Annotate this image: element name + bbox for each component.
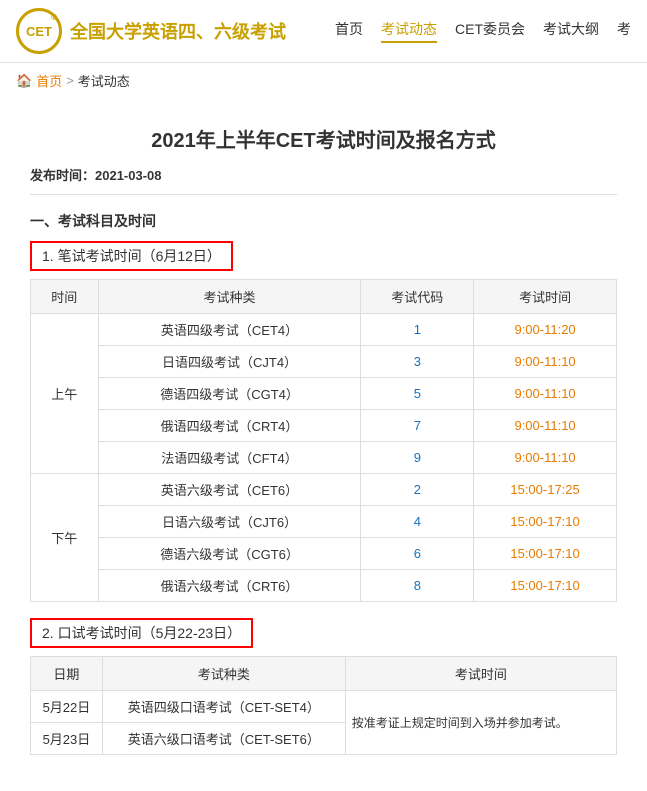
col-exam-code: 考试代码 xyxy=(361,280,474,314)
main-content: 2021年上半年CET考试时间及报名方式 发布时间：2021-03-08 一、考… xyxy=(0,98,647,791)
table-row: 德语四级考试（CGT4）59:00-11:10 xyxy=(31,378,617,410)
exam-time-cell: 15:00-17:10 xyxy=(474,506,617,538)
exam-time-cell: 15:00-17:10 xyxy=(474,570,617,602)
table-row: 法语四级考试（CFT4）99:00-11:10 xyxy=(31,442,617,474)
exam-code-cell: 8 xyxy=(361,570,474,602)
table-row: 上午英语四级考试（CET4）19:00-11:20 xyxy=(31,314,617,346)
section1-heading: 一、考试科目及时间 xyxy=(30,211,617,231)
exam-code-cell: 7 xyxy=(361,410,474,442)
written-exam-label-box: 1. 笔试考试时间（6月12日） xyxy=(30,241,617,279)
exam-time-cell: 9:00-11:10 xyxy=(474,378,617,410)
oral-exam-name-cell: 英语六级口语考试（CET-SET6） xyxy=(102,723,345,755)
publish-label: 发布时间： xyxy=(30,168,95,183)
nav-committee[interactable]: CET委员会 xyxy=(455,19,525,43)
publish-date: 发布时间：2021-03-08 xyxy=(30,165,617,195)
written-table-header-row: 时间 考试种类 考试代码 考试时间 xyxy=(31,280,617,314)
oral-date-cell: 5月23日 xyxy=(31,723,103,755)
site-header: CET 全国大学英语四、六级考试 首页 考试动态 CET委员会 考试大纲 考 xyxy=(0,0,647,63)
exam-time-cell: 15:00-17:10 xyxy=(474,538,617,570)
exam-name-cell: 日语四级考试（CJT4） xyxy=(98,346,361,378)
exam-code-cell: 4 xyxy=(361,506,474,538)
exam-code-cell: 2 xyxy=(361,474,474,506)
publish-date-value: 2021-03-08 xyxy=(95,168,162,183)
exam-code-cell: 5 xyxy=(361,378,474,410)
nav-syllabus[interactable]: 考试大纲 xyxy=(543,19,599,43)
exam-name-cell: 俄语六级考试（CRT6） xyxy=(98,570,361,602)
site-title: 全国大学英语四、六级考试 xyxy=(70,18,286,44)
nav-more[interactable]: 考 xyxy=(617,19,631,43)
breadcrumb-current: 考试动态 xyxy=(78,71,130,90)
oral-col-date: 日期 xyxy=(31,657,103,691)
oral-exam-name-cell: 英语四级口语考试（CET-SET4） xyxy=(102,691,345,723)
nav-home[interactable]: 首页 xyxy=(335,19,363,43)
exam-name-cell: 法语四级考试（CFT4） xyxy=(98,442,361,474)
exam-time-cell: 9:00-11:10 xyxy=(474,346,617,378)
exam-name-cell: 英语四级考试（CET4） xyxy=(98,314,361,346)
table-row: 俄语四级考试（CRT4）79:00-11:10 xyxy=(31,410,617,442)
oral-exam-label-box: 2. 口试考试时间（5月22-23日） xyxy=(30,618,617,656)
breadcrumb-home-icon: 🏠 xyxy=(16,73,32,89)
exam-code-cell: 1 xyxy=(361,314,474,346)
exam-name-cell: 英语六级考试（CET6） xyxy=(98,474,361,506)
breadcrumb: 🏠 首页 > 考试动态 xyxy=(0,63,647,98)
table-row: 日语六级考试（CJT6）415:00-17:10 xyxy=(31,506,617,538)
logo-area: CET 全国大学英语四、六级考试 xyxy=(16,8,286,54)
exam-code-cell: 3 xyxy=(361,346,474,378)
exam-name-cell: 德语六级考试（CGT6） xyxy=(98,538,361,570)
written-exam-table: 时间 考试种类 考试代码 考试时间 上午英语四级考试（CET4）19:00-11… xyxy=(30,279,617,602)
breadcrumb-home-link[interactable]: 首页 xyxy=(36,71,62,90)
exam-time-cell: 9:00-11:20 xyxy=(474,314,617,346)
oral-exam-label: 2. 口试考试时间（5月22-23日） xyxy=(30,618,253,648)
table-row: 俄语六级考试（CRT6）815:00-17:10 xyxy=(31,570,617,602)
oral-exam-table: 日期 考试种类 考试时间 5月22日英语四级口语考试（CET-SET4）按准考证… xyxy=(30,656,617,755)
table-row: 下午英语六级考试（CET6）215:00-17:25 xyxy=(31,474,617,506)
nav-news[interactable]: 考试动态 xyxy=(381,19,437,43)
exam-time-cell: 15:00-17:25 xyxy=(474,474,617,506)
logo: CET xyxy=(16,8,62,54)
exam-code-cell: 6 xyxy=(361,538,474,570)
exam-time-cell: 9:00-11:10 xyxy=(474,442,617,474)
article-title: 2021年上半年CET考试时间及报名方式 xyxy=(30,124,617,153)
oral-table-header-row: 日期 考试种类 考试时间 xyxy=(31,657,617,691)
oral-date-cell: 5月22日 xyxy=(31,691,103,723)
col-exam-type: 考试种类 xyxy=(98,280,361,314)
written-exam-label: 1. 笔试考试时间（6月12日） xyxy=(30,241,233,271)
col-period: 时间 xyxy=(31,280,99,314)
table-row: 德语六级考试（CGT6）615:00-17:10 xyxy=(31,538,617,570)
oral-col-time: 考试时间 xyxy=(345,657,616,691)
exam-name-cell: 俄语四级考试（CRT4） xyxy=(98,410,361,442)
exam-time-cell: 9:00-11:10 xyxy=(474,410,617,442)
exam-code-cell: 9 xyxy=(361,442,474,474)
oral-time-cell: 按准考证上规定时间到入场并参加考试。 xyxy=(345,691,616,755)
exam-name-cell: 日语六级考试（CJT6） xyxy=(98,506,361,538)
oral-col-type: 考试种类 xyxy=(102,657,345,691)
main-nav: 首页 考试动态 CET委员会 考试大纲 考 xyxy=(335,19,631,43)
logo-text: CET xyxy=(26,24,52,39)
table-row: 日语四级考试（CJT4）39:00-11:10 xyxy=(31,346,617,378)
breadcrumb-separator: > xyxy=(66,73,74,88)
col-exam-time: 考试时间 xyxy=(474,280,617,314)
section1: 一、考试科目及时间 1. 笔试考试时间（6月12日） 时间 考试种类 考试代码 … xyxy=(30,211,617,755)
exam-name-cell: 德语四级考试（CGT4） xyxy=(98,378,361,410)
table-row: 5月22日英语四级口语考试（CET-SET4）按准考证上规定时间到入场并参加考试… xyxy=(31,691,617,723)
